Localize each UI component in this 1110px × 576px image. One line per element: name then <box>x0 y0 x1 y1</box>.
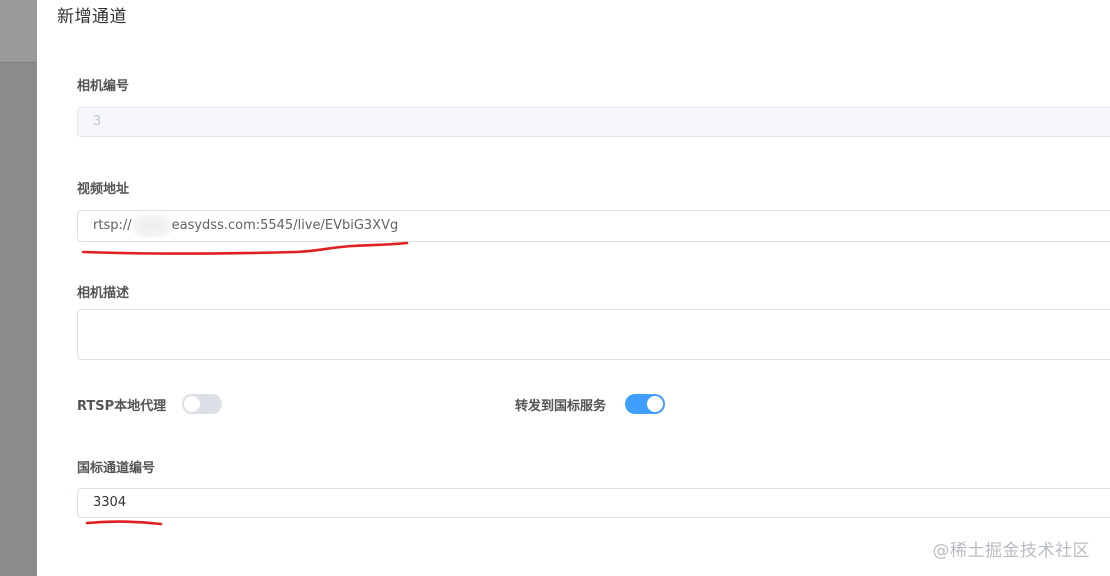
gb-channel-id-label: 国标通道编号 <box>77 461 156 476</box>
backdrop-header-band <box>0 0 37 63</box>
gb-channel-id-input[interactable]: 3304 <box>77 488 1110 518</box>
dialog-title: 新增通道 <box>57 7 127 27</box>
video-url-label: 视频地址 <box>77 182 130 197</box>
add-channel-dialog: 新增通道 相机编号 3 视频地址 rtsp:// easydss.com:5545… <box>37 0 1110 576</box>
rtsp-proxy-label: RTSP本地代理 <box>77 399 167 414</box>
watermark-text: @稀土掘金技术社区 <box>932 541 1090 561</box>
gb-forward-switch[interactable] <box>625 394 665 414</box>
video-url-suffix: easydss.com:5545/live/EVbiG3XVg <box>171 218 399 233</box>
redacted-host-blur <box>132 214 171 237</box>
camera-id-label: 相机编号 <box>77 79 130 94</box>
video-url-input[interactable]: rtsp:// easydss.com:5545/live/EVbiG3XVg <box>77 210 1110 242</box>
rtsp-proxy-switch-knob <box>184 396 200 412</box>
camera-id-input[interactable]: 3 <box>77 107 1110 137</box>
camera-desc-textarea[interactable] <box>77 309 1110 360</box>
page-backdrop <box>0 0 37 576</box>
video-url-prefix: rtsp:// <box>93 218 132 233</box>
gb-forward-label: 转发到国标服务 <box>515 399 607 414</box>
gb-forward-switch-knob <box>647 396 663 412</box>
rtsp-proxy-switch[interactable] <box>182 394 222 414</box>
camera-desc-label: 相机描述 <box>77 286 130 301</box>
